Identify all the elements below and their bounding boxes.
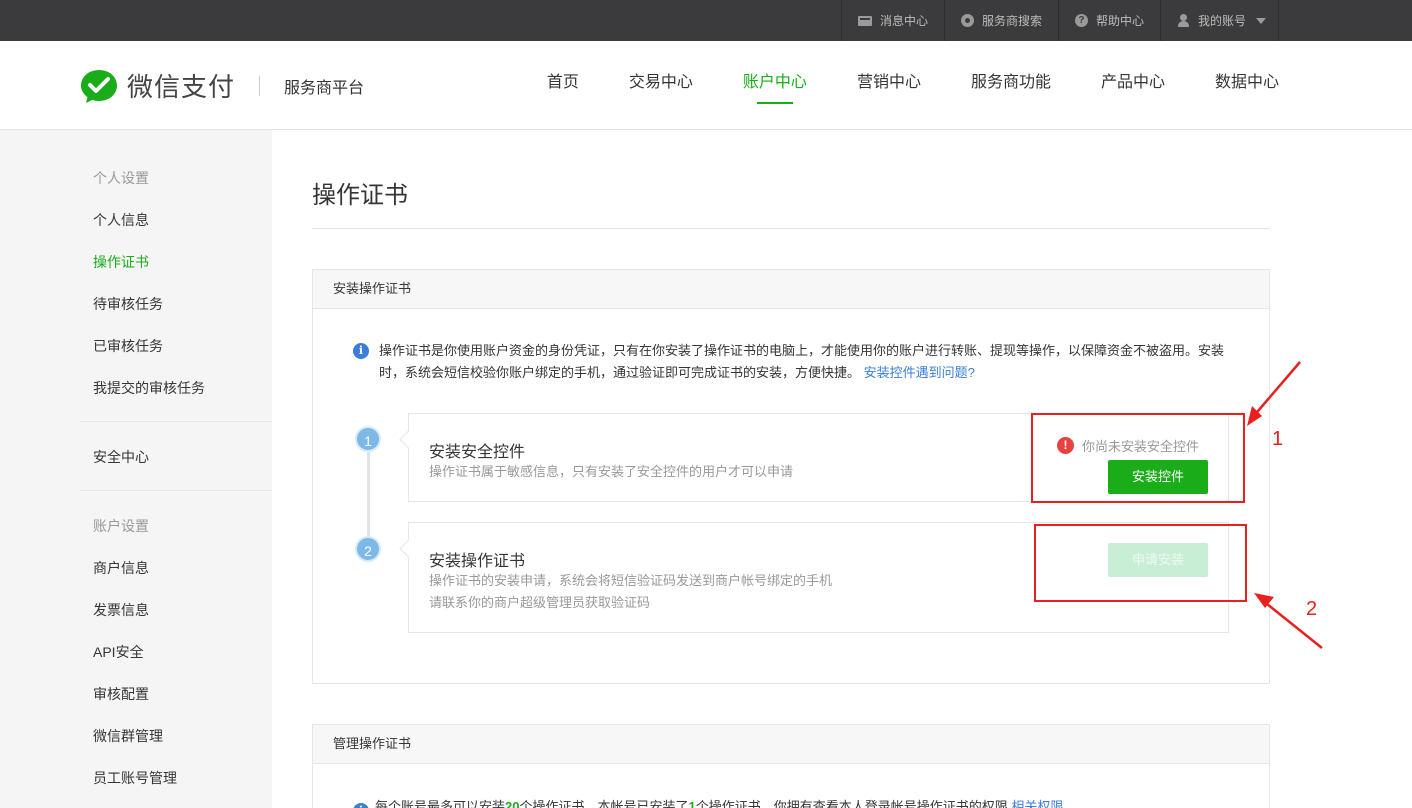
annotation-arrow-2	[1254, 593, 1323, 649]
annotation-arrow-1	[1247, 361, 1301, 426]
annotation-arrows	[1247, 361, 1323, 649]
